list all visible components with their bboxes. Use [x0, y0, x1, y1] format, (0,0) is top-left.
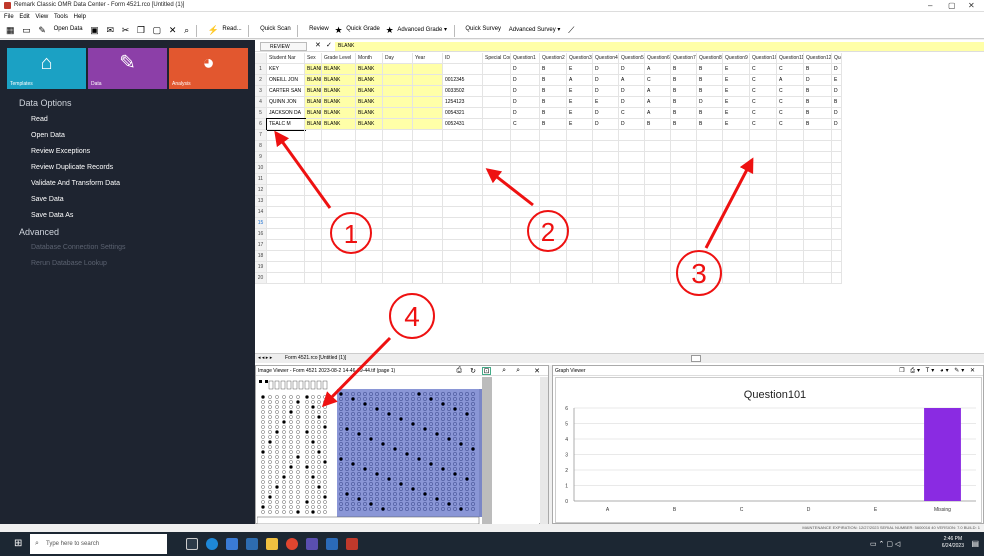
- annotation-arrow: [321, 336, 392, 408]
- annotation-arrow: [485, 168, 534, 207]
- annotation-arrow: [274, 130, 332, 209]
- annotation-overlay: 1 2 3 4: [274, 130, 754, 408]
- annotation-number: 4: [404, 301, 420, 332]
- annotation-arrow: [704, 157, 754, 249]
- annotation-number: 2: [541, 217, 555, 247]
- annotation-number: 1: [344, 219, 358, 249]
- annotation-number: 3: [691, 258, 707, 289]
